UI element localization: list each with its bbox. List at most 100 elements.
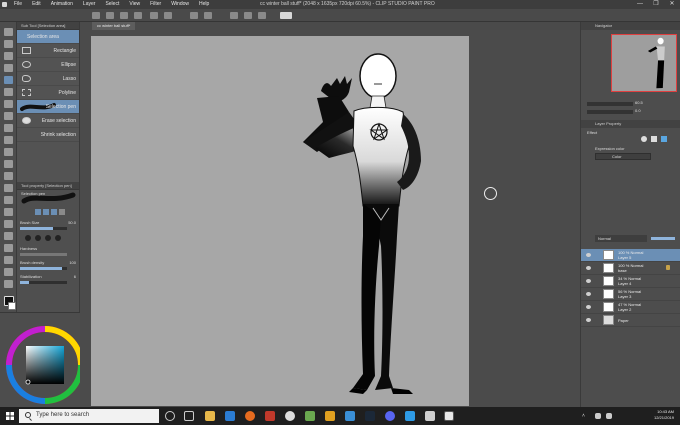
navigator-preview[interactable] [611,34,677,92]
effect-border-icon[interactable] [641,136,647,142]
zoom-tool-icon[interactable] [4,28,13,36]
undo-icon[interactable] [150,12,158,19]
volume-icon[interactable] [606,413,612,419]
menu-file[interactable]: File [9,0,27,9]
blend-mode-select[interactable]: Normal [595,235,647,242]
menu-filter[interactable]: Filter [145,0,166,9]
eraser-tool-icon[interactable] [4,172,13,180]
eyedropper-icon[interactable] [4,100,13,108]
subtool-item-erase-selection[interactable]: Erase selection [17,114,79,128]
expression-color-select[interactable]: Color [595,153,651,160]
eye-icon[interactable] [586,253,591,257]
blend-tool-icon[interactable] [4,184,13,192]
cortana-icon[interactable] [165,411,175,421]
opacity-slider[interactable] [651,237,675,240]
new-file-icon[interactable] [106,12,114,19]
brush-density-slider[interactable] [20,267,67,270]
correct-line-icon[interactable] [4,280,13,288]
layer-row[interactable]: 100 % Normal base [581,262,680,275]
maximize-button[interactable]: ❐ [648,0,664,9]
eye-icon[interactable] [586,292,591,296]
fill-tool-icon[interactable] [4,196,13,204]
redo-icon[interactable] [164,12,172,19]
sub-color-swatch[interactable] [8,302,16,310]
tray-expand-icon[interactable]: ˄ [582,413,585,419]
size-preset-icon[interactable] [35,235,41,241]
brush-tool-icon[interactable] [4,136,13,144]
layer-row[interactable]: 56 % Normal Layer 3 [581,288,680,301]
minecraft-icon[interactable] [305,411,315,421]
subtool-item-selection-pen[interactable]: Selection pen [17,100,79,114]
edge-icon[interactable] [225,411,235,421]
minimize-button[interactable]: — [632,0,648,9]
move-tool-icon[interactable] [4,40,13,48]
chrome-icon[interactable] [285,411,295,421]
effect-color-icon[interactable] [661,136,667,142]
layer-row[interactable]: Paper [581,314,680,327]
eye-icon[interactable] [586,266,591,270]
gradient-tool-icon[interactable] [4,208,13,216]
eye-icon[interactable] [586,305,591,309]
app-icon[interactable] [425,411,435,421]
save-icon[interactable] [134,12,142,19]
pencil-tool-icon[interactable] [4,124,13,132]
size-preset-icon[interactable] [55,235,61,241]
subtool-item-lasso[interactable]: Lasso [17,72,79,86]
pen-tool-icon[interactable] [4,112,13,120]
stabilization-slider[interactable] [20,281,67,284]
intersect-selection-icon[interactable] [59,209,65,215]
stabilization-row[interactable]: Stabilization 6 [17,272,79,286]
hardness-slider[interactable] [20,253,67,256]
frame-tool-icon[interactable] [4,232,13,240]
menu-help[interactable]: Help [194,0,214,9]
subtool-item-ellipse[interactable]: Ellipse [17,58,79,72]
menu-layer[interactable]: Layer [78,0,101,9]
balloon-tool-icon[interactable] [4,268,13,276]
add-selection-icon[interactable] [43,209,49,215]
fill-icon[interactable] [204,12,212,19]
lock-icon[interactable] [666,265,670,270]
rotate-slider[interactable] [587,110,633,114]
airbrush-tool-icon[interactable] [4,148,13,156]
color-wheel[interactable] [0,313,84,408]
app-icon[interactable] [265,411,275,421]
network-icon[interactable] [595,413,601,419]
operation-tool-icon[interactable] [4,52,13,60]
eye-icon[interactable] [586,279,591,283]
subtool-item-rectangle[interactable]: Rectangle [17,44,79,58]
firefox-icon[interactable] [245,411,255,421]
close-button[interactable]: ✕ [664,0,680,9]
taskbar-search[interactable]: Type here to search [19,409,159,423]
task-view-icon[interactable] [184,411,194,421]
eye-icon[interactable] [586,318,591,322]
subtool-item-polyline[interactable]: Polyline [17,86,79,100]
brush-size-row[interactable]: Brush Size 50.0 [17,218,79,232]
menu-select[interactable]: Select [100,0,124,9]
menu-edit[interactable]: Edit [27,0,46,9]
size-preset-icon[interactable] [45,235,51,241]
clear-icon[interactable] [190,12,198,19]
brush-density-row[interactable]: Brush density 100 [17,258,79,272]
text-tool-icon[interactable] [4,256,13,264]
document-tab[interactable]: cc winter ball stuff* [92,22,136,30]
auto-select-icon[interactable] [4,88,13,96]
canvas-page[interactable] [91,36,469,406]
invert-selection-icon[interactable] [258,12,266,19]
ruler-tool-icon[interactable] [4,244,13,252]
layer-row[interactable]: 34 % Normal Layer 4 [581,275,680,288]
subtract-selection-icon[interactable] [51,209,57,215]
file-explorer-icon[interactable] [205,411,215,421]
selection-tool-icon[interactable] [4,76,13,84]
layer-row[interactable]: 100 % Normal Layer 5 [581,249,680,262]
windows-start-icon[interactable] [6,412,14,420]
move-layer-icon[interactable] [4,64,13,72]
menu-window[interactable]: Window [166,0,194,9]
layer-row[interactable]: 47 % Normal Layer 2 [581,301,680,314]
figure-tool-icon[interactable] [4,220,13,228]
subtool-item-shrink-selection[interactable]: Shrink selection [17,128,79,142]
size-preset-icon[interactable] [25,235,31,241]
menu-animation[interactable]: Animation [46,0,78,9]
zoom-slider[interactable] [587,102,633,106]
menu-view[interactable]: View [124,0,145,9]
clip-studio-icon[interactable] [92,12,100,19]
